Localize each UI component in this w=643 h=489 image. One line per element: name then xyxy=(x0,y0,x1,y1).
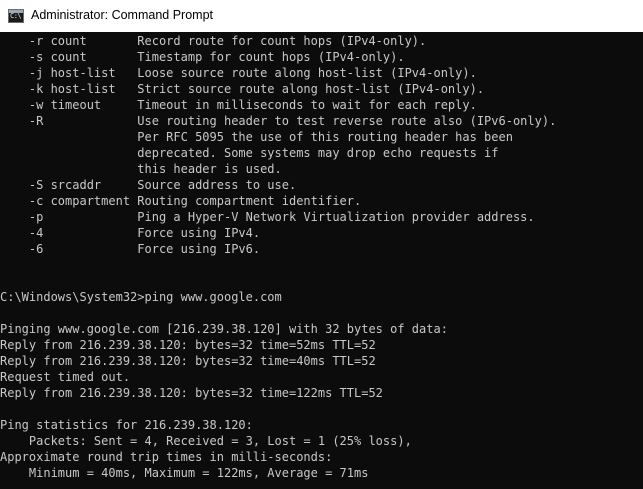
console-line: -k host-list Strict source route along h… xyxy=(0,82,485,96)
console-line: Per RFC 5095 the use of this routing hea… xyxy=(0,130,513,144)
cmd-icon: C:\ xyxy=(8,9,24,23)
console-line: Packets: Sent = 4, Received = 3, Lost = … xyxy=(0,434,412,448)
console-line: Request timed out. xyxy=(0,370,131,384)
console-line: -s count Timestamp for count hops (IPv4-… xyxy=(0,50,405,64)
console-line: Minimum = 40ms, Maximum = 122ms, Average… xyxy=(0,466,369,480)
console-line: -c compartment Routing compartment ident… xyxy=(0,194,362,208)
console-line: -6 Force using IPv6. xyxy=(0,242,261,256)
console-line: -R Use routing header to test reverse ro… xyxy=(0,114,557,128)
console-line: -w timeout Timeout in milliseconds to wa… xyxy=(0,98,477,112)
console-line: Reply from 216.239.38.120: bytes=32 time… xyxy=(0,338,376,352)
console-line: Approximate round trip times in milli-se… xyxy=(0,450,333,464)
console-line: -p Ping a Hyper-V Network Virtualization… xyxy=(0,210,535,224)
window-title: Administrator: Command Prompt xyxy=(31,8,214,22)
command-prompt-window: C:\ Administrator: Command Prompt -r cou… xyxy=(0,0,643,489)
cmd-icon-glyph: C:\ xyxy=(10,12,22,20)
console-line: -S srcaddr Source address to use. xyxy=(0,178,297,192)
console-line: Ping statistics for 216.239.38.120: xyxy=(0,418,253,432)
console-line: Reply from 216.239.38.120: bytes=32 time… xyxy=(0,386,383,400)
console-line: C:\Windows\System32>ping www.google.com xyxy=(0,290,282,304)
console-line: Pinging www.google.com [216.239.38.120] … xyxy=(0,322,448,336)
console-line: -4 Force using IPv4. xyxy=(0,226,261,240)
console-line: -r count Record route for count hops (IP… xyxy=(0,34,427,48)
console-line: -j host-list Loose source route along ho… xyxy=(0,66,477,80)
console-line: this header is used. xyxy=(0,162,282,176)
console-line: deprecated. Some systems may drop echo r… xyxy=(0,146,499,160)
console-line: Reply from 216.239.38.120: bytes=32 time… xyxy=(0,354,376,368)
title-bar[interactable]: C:\ Administrator: Command Prompt xyxy=(0,0,643,32)
console-output[interactable]: -r count Record route for count hops (IP… xyxy=(0,32,643,489)
